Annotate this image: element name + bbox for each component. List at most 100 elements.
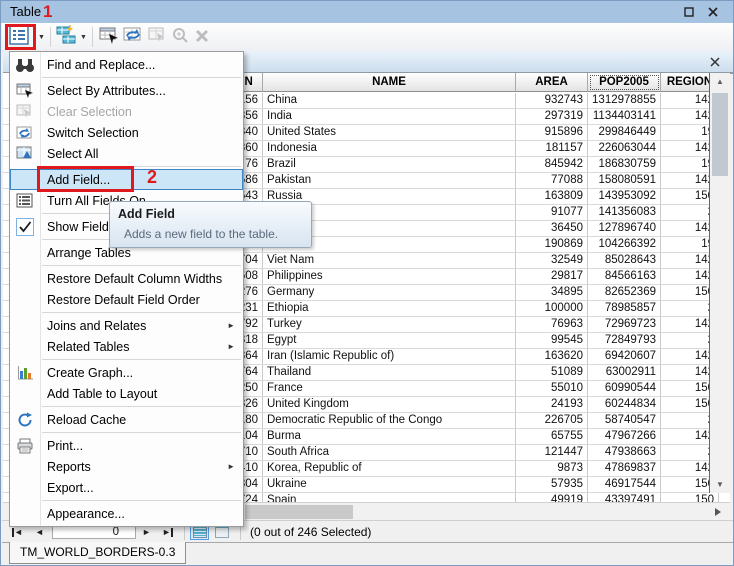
menu-item-appearance[interactable]: Appearance...: [10, 503, 243, 524]
cell-name[interactable]: Ukraine: [263, 477, 516, 492]
cell-pop2005[interactable]: 186830759: [588, 157, 661, 172]
cell-name[interactable]: Germany: [263, 285, 516, 300]
related-tables-dropdown[interactable]: ▼: [80, 26, 87, 48]
cell-name[interactable]: Ethiopia: [263, 301, 516, 316]
cell-pop2005[interactable]: 72969723: [588, 317, 661, 332]
menu-item-restore-default-field-order[interactable]: Restore Default Field Order: [10, 289, 243, 310]
cell-area[interactable]: 932743: [516, 93, 588, 108]
maximize-button[interactable]: [680, 4, 697, 20]
cell-area[interactable]: 297319: [516, 109, 588, 124]
cell-pop2005[interactable]: 226063044: [588, 141, 661, 156]
cell-pop2005[interactable]: 60244834: [588, 397, 661, 412]
menu-item-joins-and-relates[interactable]: Joins and Relates►: [10, 315, 243, 336]
cell-pop2005[interactable]: 1312978855: [588, 93, 661, 108]
cell-name[interactable]: Iran (Islamic Republic of): [263, 349, 516, 364]
cell-name[interactable]: Burma: [263, 429, 516, 444]
cell-pop2005[interactable]: 85028643: [588, 253, 661, 268]
cell-area[interactable]: 121447: [516, 445, 588, 460]
cell-name[interactable]: Democratic Republic of the Congo: [263, 413, 516, 428]
scroll-down-arrow-icon[interactable]: ▼: [710, 476, 730, 493]
cell-area[interactable]: 163620: [516, 349, 588, 364]
menu-item-print[interactable]: Print...: [10, 435, 243, 456]
cell-region[interactable]: 150: [661, 493, 719, 502]
menu-item-reload-cache[interactable]: Reload Cache: [10, 409, 243, 430]
cell-pop2005[interactable]: 47967266: [588, 429, 661, 444]
zoom-to-selected-button[interactable]: [171, 26, 189, 48]
cell-area[interactable]: 99545: [516, 333, 588, 348]
cell-pop2005[interactable]: 58740547: [588, 413, 661, 428]
menu-item-export[interactable]: Export...: [10, 477, 243, 498]
cell-pop2005[interactable]: 47869837: [588, 461, 661, 476]
cell-name[interactable]: Philippines: [263, 269, 516, 284]
cell-area[interactable]: 845942: [516, 157, 588, 172]
cell-pop2005[interactable]: 84566163: [588, 269, 661, 284]
menu-item-select-all[interactable]: Select All: [10, 143, 243, 164]
cell-area[interactable]: 49919: [516, 493, 588, 502]
cell-pop2005[interactable]: 127896740: [588, 221, 661, 236]
cell-pop2005[interactable]: 47938663: [588, 445, 661, 460]
cell-area[interactable]: 9873: [516, 461, 588, 476]
cell-area[interactable]: 76963: [516, 317, 588, 332]
cell-pop2005[interactable]: 43397491: [588, 493, 661, 502]
related-tables-button[interactable]: [56, 26, 78, 48]
cell-area[interactable]: 24193: [516, 397, 588, 412]
cell-area[interactable]: 65755: [516, 429, 588, 444]
panel-close-button[interactable]: [707, 54, 723, 70]
cell-name[interactable]: Pakistan: [263, 173, 516, 188]
window-titlebar[interactable]: Table 1: [1, 1, 733, 23]
scroll-up-arrow-icon[interactable]: ▲: [710, 73, 730, 90]
cell-area[interactable]: 181157: [516, 141, 588, 156]
cell-name[interactable]: Brazil: [263, 157, 516, 172]
cell-name[interactable]: Thailand: [263, 365, 516, 380]
cell-area[interactable]: 32549: [516, 253, 588, 268]
cell-name[interactable]: Egypt: [263, 333, 516, 348]
cell-name[interactable]: Viet Nam: [263, 253, 516, 268]
cell-area[interactable]: 36450: [516, 221, 588, 236]
menu-item-related-tables[interactable]: Related Tables►: [10, 336, 243, 357]
cell-pop2005[interactable]: 143953092: [588, 189, 661, 204]
cell-pop2005[interactable]: 78985857: [588, 301, 661, 316]
table-options-dropdown[interactable]: ▼: [38, 26, 45, 48]
cell-name[interactable]: Turkey: [263, 317, 516, 332]
cell-pop2005[interactable]: 158080591: [588, 173, 661, 188]
cell-area[interactable]: 29817: [516, 269, 588, 284]
vertical-scrollbar-thumb[interactable]: [712, 93, 728, 176]
cell-pop2005[interactable]: 69420607: [588, 349, 661, 364]
cell-name[interactable]: Korea, Republic of: [263, 461, 516, 476]
cell-name[interactable]: Spain: [263, 493, 516, 502]
cell-area[interactable]: 915896: [516, 125, 588, 140]
cell-name[interactable]: France: [263, 381, 516, 396]
switch-selection-button[interactable]: [123, 26, 143, 48]
column-header-area[interactable]: AREA: [516, 73, 588, 92]
cell-area[interactable]: 51089: [516, 365, 588, 380]
cell-area[interactable]: 77088: [516, 173, 588, 188]
menu-item-select-by-attributes[interactable]: Select By Attributes...: [10, 80, 243, 101]
cell-name[interactable]: United Kingdom: [263, 397, 516, 412]
cell-area[interactable]: 57935: [516, 477, 588, 492]
menu-item-reports[interactable]: Reports►: [10, 456, 243, 477]
menu-item-add-table-to-layout[interactable]: Add Table to Layout: [10, 383, 243, 404]
cell-pop2005[interactable]: 299846449: [588, 125, 661, 140]
cell-area[interactable]: 34895: [516, 285, 588, 300]
cell-name[interactable]: China: [263, 93, 516, 108]
cell-area[interactable]: 190869: [516, 237, 588, 252]
cell-area[interactable]: 163809: [516, 189, 588, 204]
cell-pop2005[interactable]: 72849793: [588, 333, 661, 348]
delete-selected-button[interactable]: [194, 26, 210, 48]
menu-item-restore-default-column-widths[interactable]: Restore Default Column Widths: [10, 268, 243, 289]
tab-tm-world-borders[interactable]: TM_WORLD_BORDERS-0.3: [9, 542, 186, 564]
cell-name[interactable]: Indonesia: [263, 141, 516, 156]
menu-item-find-and-replace[interactable]: Find and Replace...: [10, 54, 243, 75]
cell-name[interactable]: India: [263, 109, 516, 124]
cell-name[interactable]: United States: [263, 125, 516, 140]
cell-area[interactable]: 226705: [516, 413, 588, 428]
cell-name[interactable]: South Africa: [263, 445, 516, 460]
cell-pop2005[interactable]: 60990544: [588, 381, 661, 396]
cell-pop2005[interactable]: 82652369: [588, 285, 661, 300]
vertical-scrollbar[interactable]: ▲ ▼: [709, 73, 730, 493]
scroll-right-arrow[interactable]: [709, 504, 727, 520]
cell-pop2005[interactable]: 1134403141: [588, 109, 661, 124]
menu-item-create-graph[interactable]: Create Graph...: [10, 362, 243, 383]
clear-selection-button[interactable]: [148, 26, 166, 48]
menu-item-switch-selection[interactable]: Switch Selection: [10, 122, 243, 143]
